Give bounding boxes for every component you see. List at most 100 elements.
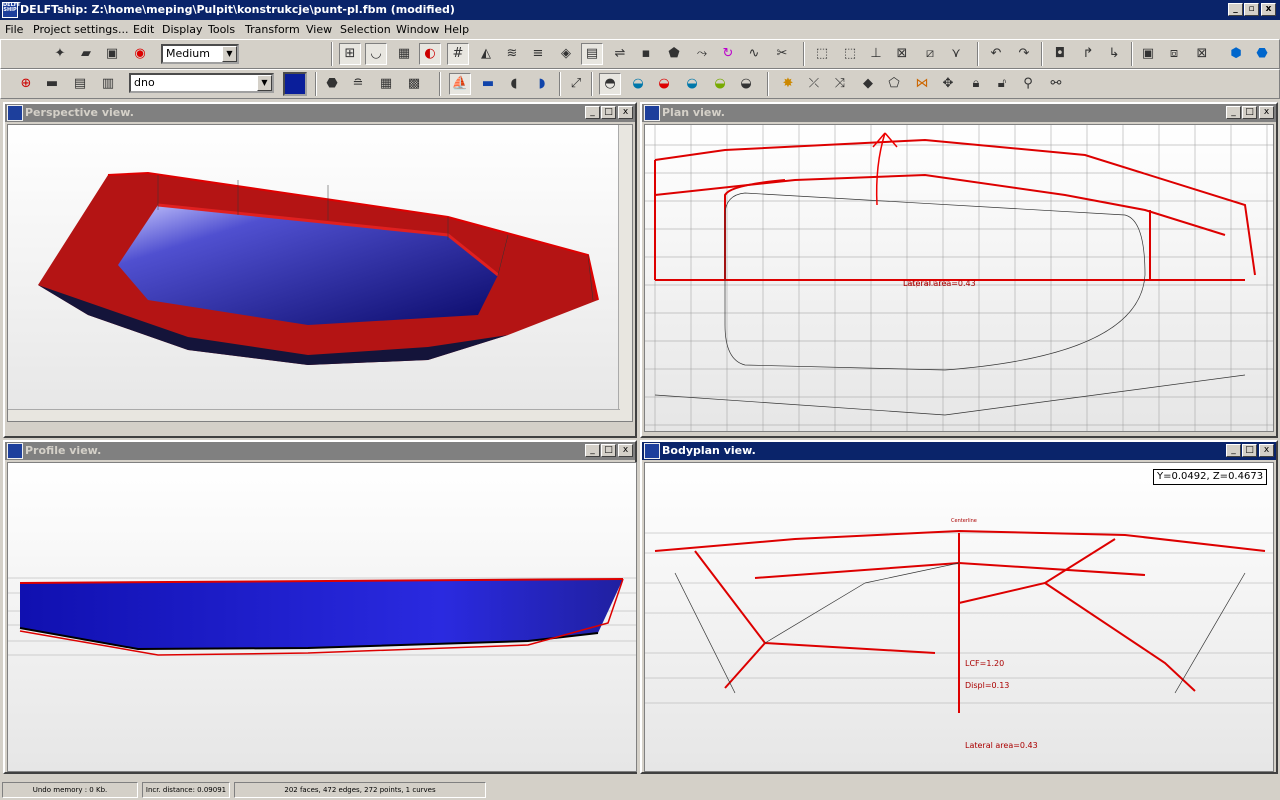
delete-layer-icon[interactable]: ▥: [97, 73, 119, 95]
flowlines-icon[interactable]: ⇌: [609, 43, 631, 65]
layer-color-swatch[interactable]: [283, 72, 307, 96]
select-all-icon[interactable]: ⬠: [883, 73, 905, 95]
stations-icon[interactable]: ◭: [475, 43, 497, 65]
curvature-icon[interactable]: ◐: [419, 43, 441, 65]
flat-icon[interactable]: ≘: [347, 73, 369, 95]
control-net-icon[interactable]: ⊞: [339, 43, 361, 65]
view-mono-icon[interactable]: ◒: [735, 73, 757, 95]
diagonals-icon[interactable]: ◈: [555, 43, 577, 65]
view-wire-icon[interactable]: ◓: [599, 73, 621, 95]
add-layer-icon[interactable]: ⊕: [15, 73, 37, 95]
restore-button[interactable]: ▫: [1244, 3, 1259, 16]
select-icon[interactable]: ✂: [771, 43, 793, 65]
round-icon[interactable]: ▦: [375, 73, 397, 95]
plan-viewport[interactable]: Lateral area=0.43 Displ=0.13: [644, 124, 1274, 432]
maximize-button[interactable]: □: [1242, 106, 1257, 119]
minimize-button[interactable]: _: [1226, 106, 1241, 119]
horizontal-scrollbar[interactable]: [8, 409, 620, 421]
close-button[interactable]: x: [1261, 3, 1276, 16]
perspective-viewport[interactable]: [7, 124, 633, 422]
cylinder-icon[interactable]: ⬣: [1251, 43, 1273, 65]
bodyplan-viewport[interactable]: Y=0.0492, Z=0.4673 Centerline LCF=1.20 D…: [644, 462, 1274, 772]
zoom-extents-icon[interactable]: ⤢: [565, 73, 587, 95]
maximize-button[interactable]: □: [601, 444, 616, 457]
collapse-icon[interactable]: ⬚: [839, 43, 861, 65]
menu-selection[interactable]: Selection: [340, 23, 391, 36]
menu-project-settings[interactable]: Project settings...: [33, 23, 129, 36]
menu-display[interactable]: Display: [162, 23, 203, 36]
new-face-icon[interactable]: ⊠: [891, 43, 913, 65]
menu-window[interactable]: Window: [396, 23, 439, 36]
view-zebra-icon[interactable]: ◒: [681, 73, 703, 95]
view-icon[interactable]: [7, 105, 23, 121]
scale-icon[interactable]: ↳: [1103, 43, 1125, 65]
hydrostatics-icon[interactable]: ▤: [581, 43, 603, 65]
view-icon[interactable]: [644, 443, 660, 459]
menu-file[interactable]: File: [5, 23, 23, 36]
new-point-icon[interactable]: ✸: [777, 73, 799, 95]
buttocks-icon[interactable]: ≋: [501, 43, 523, 65]
rotate-icon[interactable]: ⧈: [1163, 43, 1185, 65]
flat-hull-icon[interactable]: ▬: [477, 73, 499, 95]
anchor-icon[interactable]: ⚲: [1017, 73, 1039, 95]
grid-icon[interactable]: ▦: [393, 43, 415, 65]
mirror-icon[interactable]: ▣: [1137, 43, 1159, 65]
chevron-down-icon[interactable]: ▼: [222, 46, 237, 62]
new-icon[interactable]: ✦: [49, 43, 71, 65]
maximize-button[interactable]: □: [1242, 444, 1257, 457]
menu-transform[interactable]: Transform: [245, 23, 300, 36]
interior-edges-icon[interactable]: ◡: [365, 43, 387, 65]
move-icon[interactable]: ↱: [1077, 43, 1099, 65]
close-button[interactable]: x: [1259, 106, 1274, 119]
menu-tools[interactable]: Tools: [208, 23, 235, 36]
markers-icon[interactable]: ▪: [635, 43, 657, 65]
view-icon[interactable]: [644, 105, 660, 121]
view-curv-icon[interactable]: ◒: [653, 73, 675, 95]
menu-edit[interactable]: Edit: [133, 23, 154, 36]
lock-icon[interactable]: 🔒︎: [965, 73, 987, 95]
shade-icon[interactable]: ⊠: [1191, 43, 1213, 65]
profile-viewport[interactable]: [7, 462, 637, 772]
view-shade-icon[interactable]: ⛵: [449, 73, 471, 95]
minimize-button[interactable]: _: [585, 106, 600, 119]
insert-point-icon[interactable]: ⊥: [865, 43, 887, 65]
fair-icon[interactable]: ∿: [743, 43, 765, 65]
precision-combo[interactable]: Medium ▼: [161, 44, 239, 64]
layer-combo[interactable]: dno ▼: [129, 73, 274, 93]
lifebuoy-icon[interactable]: ◉: [129, 43, 151, 65]
minimize-button[interactable]: _: [1226, 444, 1241, 457]
layer-icon[interactable]: ◘: [1049, 43, 1071, 65]
link-icon[interactable]: ⚯: [1045, 73, 1067, 95]
move-pt-icon[interactable]: ✥: [937, 73, 959, 95]
minimize-button[interactable]: _: [1228, 3, 1243, 16]
new-edge-icon[interactable]: ⤫: [803, 73, 825, 95]
layer-props-icon[interactable]: ▬: [41, 73, 63, 95]
unlock-icon[interactable]: 🔓︎: [991, 73, 1013, 95]
flip-icon[interactable]: ⋈: [911, 73, 933, 95]
curvature-plot-icon[interactable]: ↻: [717, 43, 739, 65]
hull-icon[interactable]: ⬟: [663, 43, 685, 65]
hull-shade-icon[interactable]: ▩: [403, 73, 425, 95]
ship-icon[interactable]: ⬣: [321, 73, 343, 95]
connect-icon[interactable]: ⤨: [829, 73, 851, 95]
shape-hull-icon[interactable]: ◗: [531, 73, 553, 95]
layer-list-icon[interactable]: ▤: [69, 73, 91, 95]
round-hull-icon[interactable]: ◖: [503, 73, 525, 95]
extrude-icon[interactable]: ⬚: [811, 43, 833, 65]
view-dev-icon[interactable]: ◒: [709, 73, 731, 95]
undo-icon[interactable]: ↶: [985, 43, 1007, 65]
split-icon[interactable]: ⧄: [919, 43, 941, 65]
menu-help[interactable]: Help: [444, 23, 469, 36]
waterlines-icon[interactable]: ≡: [527, 43, 549, 65]
stack-icon[interactable]: ⬢: [1225, 43, 1247, 65]
face-icon[interactable]: ◆: [857, 73, 879, 95]
maximize-button[interactable]: □: [601, 106, 616, 119]
redo-icon[interactable]: ↷: [1013, 43, 1035, 65]
open-icon[interactable]: ▰: [75, 43, 97, 65]
save-icon[interactable]: ▣: [101, 43, 123, 65]
app-icon[interactable]: DELFT SHIP: [2, 2, 21, 18]
menu-view[interactable]: View: [306, 23, 332, 36]
close-button[interactable]: x: [618, 444, 633, 457]
grid-lines-icon[interactable]: #: [447, 43, 469, 65]
vertical-scrollbar[interactable]: [618, 125, 632, 421]
